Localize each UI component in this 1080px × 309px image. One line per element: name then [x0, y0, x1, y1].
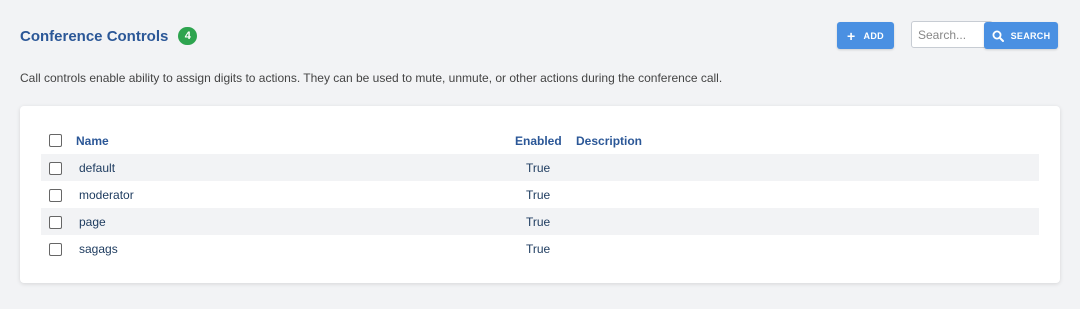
- search-icon: [992, 30, 1004, 42]
- search-button[interactable]: SEARCH: [984, 22, 1058, 49]
- row-enabled: True: [526, 161, 551, 175]
- search-input[interactable]: [911, 21, 993, 48]
- count-badge: 4: [178, 27, 198, 45]
- table-row[interactable]: default True: [41, 154, 1039, 181]
- row-name[interactable]: page: [79, 215, 106, 229]
- row-checkbox[interactable]: [49, 162, 62, 175]
- page-title: Conference Controls: [20, 27, 169, 45]
- row-enabled: True: [526, 188, 551, 202]
- column-header-enabled[interactable]: Enabled: [515, 134, 562, 148]
- row-checkbox[interactable]: [49, 243, 62, 256]
- table-header: Name Enabled Description: [41, 133, 1039, 155]
- add-button[interactable]: + ADD: [837, 22, 894, 49]
- add-button-label: ADD: [863, 30, 884, 41]
- plus-icon: +: [847, 27, 856, 44]
- controls-table-card: Name Enabled Description default True mo…: [20, 106, 1060, 283]
- column-header-name[interactable]: Name: [76, 134, 109, 148]
- row-enabled: True: [526, 242, 551, 256]
- row-name[interactable]: default: [79, 161, 115, 175]
- column-header-description[interactable]: Description: [576, 134, 642, 148]
- row-checkbox[interactable]: [49, 189, 62, 202]
- select-all-checkbox[interactable]: [49, 134, 62, 147]
- table-row[interactable]: page True: [41, 208, 1039, 235]
- page-description: Call controls enable ability to assign d…: [20, 71, 723, 85]
- row-checkbox[interactable]: [49, 216, 62, 229]
- table-row[interactable]: moderator True: [41, 181, 1039, 208]
- row-enabled: True: [526, 215, 551, 229]
- row-name[interactable]: moderator: [79, 188, 134, 202]
- search-button-label: SEARCH: [1010, 30, 1051, 41]
- page-title-group: Conference Controls 4: [20, 27, 198, 45]
- table-row[interactable]: sagags True: [41, 235, 1039, 262]
- row-name[interactable]: sagags: [79, 242, 118, 256]
